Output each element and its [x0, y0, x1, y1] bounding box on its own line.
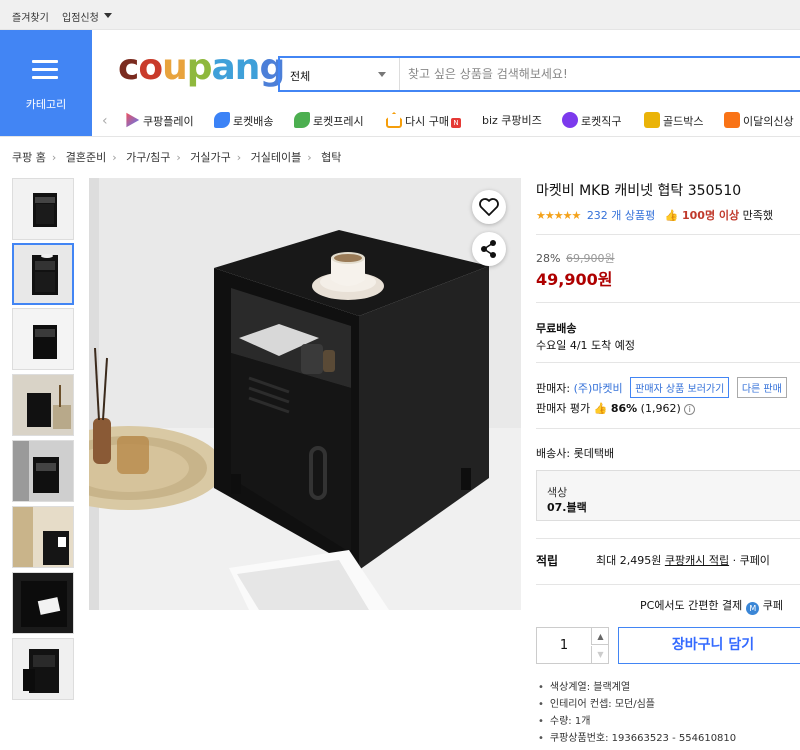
share-icon	[481, 240, 496, 258]
breadcrumb-item[interactable]: 가구/침구	[126, 151, 170, 164]
divider	[536, 538, 800, 539]
quick-links-bar: ‹ 쿠팡플레이 로켓배송 로켓프레시 다시 구매 N biz 쿠팡비즈 로켓직구 …	[96, 108, 800, 136]
quick-link-rebuy[interactable]: 다시 구매 N	[386, 112, 461, 132]
delivery-eta: 수요일 4/1 도착 예정	[536, 339, 636, 352]
coupang-cash-link[interactable]: 쿠팡캐시 적립	[665, 554, 729, 567]
divider	[536, 362, 800, 363]
product-main-image[interactable]	[89, 178, 521, 610]
breadcrumb-item[interactable]: 거실가구	[190, 151, 230, 164]
thumbs-up-icon: 👍	[593, 402, 608, 415]
option-value: 07.블랙	[547, 501, 587, 514]
dropdown-arrow-icon	[378, 72, 386, 77]
divider	[536, 584, 800, 585]
quick-link-coupang-biz[interactable]: biz 쿠팡비즈	[482, 112, 542, 132]
shipping-label: 무료배송	[536, 322, 577, 335]
quick-link-rocket-global[interactable]: 로켓직구	[562, 112, 621, 132]
hamburger-icon	[32, 60, 58, 80]
product-attributes: 색상계열: 블랙계열 인테리어 컨셉: 모던/심플 수량: 1개 쿠팡상품번호:…	[538, 678, 736, 746]
divider	[536, 428, 800, 429]
coupay-icon: M	[746, 602, 760, 615]
coupang-logo[interactable]: coupang	[118, 46, 285, 90]
carrier-row: 배송사: 롯데택배	[536, 447, 615, 460]
rocket-global-icon	[562, 112, 578, 128]
quick-link-new-arrivals[interactable]: 이달의신상	[724, 112, 794, 132]
product-thumbnail[interactable]	[12, 638, 74, 700]
heart-icon	[479, 198, 499, 216]
breadcrumb-item[interactable]: 쿠팡 홈	[12, 151, 46, 164]
product-thumbnail[interactable]	[12, 374, 74, 436]
quick-link-rocket-delivery[interactable]: 로켓배송	[214, 112, 273, 132]
header-divider	[0, 136, 800, 137]
divider	[536, 302, 800, 303]
rating-row: ★★★★★ 232 개 상품평 👍 100명 이상 만족했	[536, 207, 773, 223]
product-thumbnail[interactable]	[12, 440, 74, 502]
top-utility-bar: 즐겨찾기 입점신청	[0, 0, 800, 30]
seller-row: 판매자: (주)마켓비 판매자 상품 보러가기 다른 판매	[536, 377, 787, 398]
category-label: 카테고리	[25, 98, 67, 111]
rating-stars-icon: ★★★★★	[536, 209, 581, 222]
wishlist-heart-button[interactable]	[472, 190, 506, 224]
seller-name-link[interactable]: (주)마켓비	[574, 382, 623, 395]
favorites-link[interactable]: 즐겨찾기	[12, 9, 49, 24]
house-icon	[386, 112, 402, 128]
search-bar: 전체	[278, 56, 800, 92]
discount-rate: 28%	[536, 252, 561, 265]
carrier-name: 롯데택배	[573, 447, 615, 460]
quantity-decrease-button[interactable]: ▼	[591, 646, 609, 663]
quick-link-coupang-play[interactable]: 쿠팡플레이	[124, 112, 194, 132]
play-icon	[126, 112, 140, 128]
original-price: 69,900원	[565, 252, 615, 265]
rocket-fresh-icon	[294, 112, 310, 128]
product-thumbnail[interactable]	[12, 178, 74, 240]
product-thumbnail[interactable]	[12, 243, 74, 305]
search-input[interactable]	[402, 58, 800, 90]
option-label: 색상	[547, 486, 568, 499]
gold-box-icon	[644, 112, 660, 128]
category-menu-button[interactable]: 카테고리	[0, 30, 92, 136]
info-icon[interactable]: i	[684, 404, 696, 415]
attribute-item: 색상계열: 블랙계열	[538, 678, 736, 695]
chevron-left-icon[interactable]: ‹	[102, 113, 108, 129]
satisfaction-text: 100명 이상 만족했	[681, 209, 774, 222]
seller-rating-count: (1,962)	[640, 402, 681, 415]
add-to-cart-button[interactable]: 장바구니 담기	[618, 627, 800, 664]
seller-rating-row: 판매자 평가 👍 86% (1,962) i	[536, 400, 696, 416]
reward-text: 최대 2,495원 쿠팡캐시 적립 · 쿠페이	[596, 554, 770, 567]
product-thumbnail[interactable]	[12, 308, 74, 370]
product-title: 마켓비 MKB 캐비넷 협탁 350510	[536, 183, 742, 199]
option-selector[interactable]: 색상 07.블랙	[536, 470, 800, 521]
attribute-item: 수량: 1개	[538, 712, 736, 729]
quantity-increase-button[interactable]: ▲	[591, 628, 609, 645]
sale-price: 49,900원	[536, 270, 613, 289]
reward-label: 적립	[536, 554, 559, 568]
seller-products-button[interactable]: 판매자 상품 보러가기	[630, 377, 730, 398]
discount-row: 28% 69,900원	[536, 250, 615, 266]
seller-rating-percent: 86%	[610, 402, 638, 415]
search-category-select[interactable]: 전체	[280, 58, 400, 90]
quick-link-gold-box[interactable]: 골드박스	[644, 112, 703, 132]
breadcrumb-item[interactable]: 협탁	[321, 151, 341, 164]
review-count-link[interactable]: 232 개 상품평	[587, 209, 655, 222]
seller-apply-link[interactable]: 입점신청	[62, 9, 99, 24]
pc-payment-text: PC에서도 간편한 결제 M 쿠페	[640, 599, 784, 615]
new-badge: N	[450, 118, 461, 128]
divider	[536, 234, 800, 235]
rocket-icon	[214, 112, 230, 128]
shopping-bag-icon	[724, 112, 740, 128]
other-sellers-button[interactable]: 다른 판매	[736, 377, 787, 398]
thumbs-up-icon: 👍	[664, 209, 679, 222]
attribute-item: 쿠팡상품번호: 193663523 - 554610810	[538, 729, 736, 746]
product-thumbnail[interactable]	[12, 506, 74, 568]
chevron-down-icon[interactable]	[104, 13, 112, 18]
breadcrumb-item[interactable]: 거실테이블	[251, 151, 302, 164]
quick-link-rocket-fresh[interactable]: 로켓프레시	[294, 112, 364, 132]
quantity-stepper: 1 ▲ ▼	[536, 627, 609, 664]
attribute-item: 인테리어 컨셉: 모던/심플	[538, 695, 736, 712]
breadcrumb: 쿠팡 홈 › 결혼준비 › 가구/침구 › 거실가구 › 거실테이블 › 협탁	[12, 151, 342, 164]
quantity-input[interactable]: 1	[537, 638, 591, 653]
breadcrumb-item[interactable]: 결혼준비	[66, 151, 106, 164]
product-thumbnail[interactable]	[12, 572, 74, 634]
share-button[interactable]	[472, 232, 506, 266]
